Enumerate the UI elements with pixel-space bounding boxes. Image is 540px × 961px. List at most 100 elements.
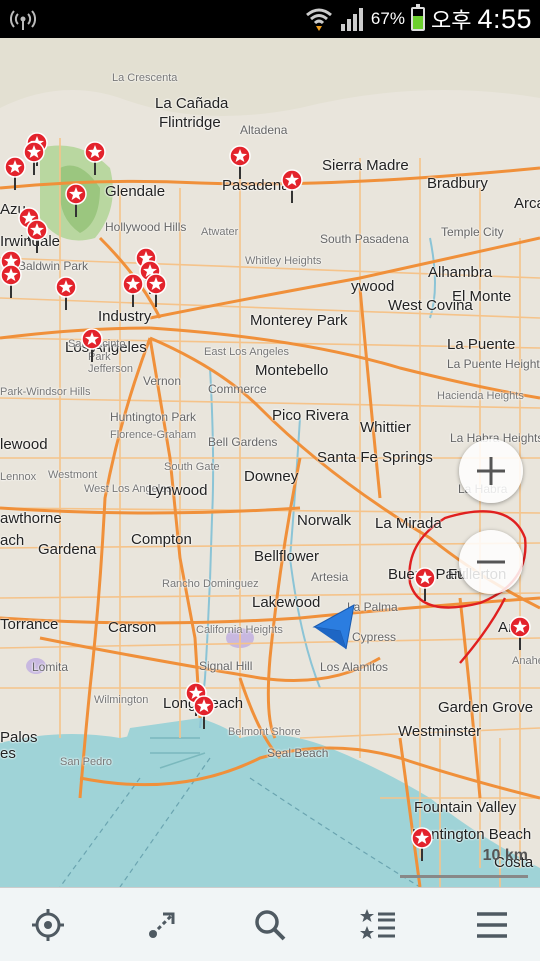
bookmark-pin-icon[interactable]	[4, 156, 26, 190]
place-label: es	[0, 745, 16, 762]
current-location-arrow	[312, 604, 355, 650]
bookmark-pin-icon[interactable]	[411, 827, 433, 861]
plus-icon	[477, 457, 505, 485]
bookmark-pin-icon[interactable]	[414, 567, 436, 601]
place-label: San Pedro	[60, 756, 112, 768]
place-label: Lynwood	[148, 482, 208, 499]
wifi-icon	[305, 8, 332, 31]
starred-list-icon	[360, 909, 395, 939]
search-button[interactable]	[243, 898, 297, 952]
place-label: Lomita	[32, 660, 69, 674]
place-label: Garden Grove	[438, 699, 534, 716]
place-label: West Covina	[388, 297, 473, 314]
mountain-area	[0, 38, 540, 116]
bookmark-pin-icon[interactable]	[65, 183, 87, 217]
place-label: Flintridge	[159, 114, 221, 131]
bottom-toolbar	[0, 887, 540, 961]
place-label: Arcadia	[514, 195, 540, 212]
place-label: Palos	[0, 729, 38, 746]
place-label: lewood	[0, 436, 48, 453]
place-label: Gardena	[38, 541, 97, 558]
place-label: Altadena	[240, 123, 288, 137]
place-label: Park-Windsor Hills	[0, 386, 91, 398]
bookmark-pin-icon[interactable]	[0, 264, 22, 298]
place-label: Bradbury	[427, 175, 488, 192]
bookmark-pin-icon[interactable]	[229, 145, 251, 179]
bookmark-pin-icon[interactable]	[26, 219, 48, 253]
place-label: Jefferson	[88, 363, 134, 375]
search-icon	[255, 910, 286, 941]
battery-percent: 67%	[370, 9, 405, 28]
place-label: ywood	[351, 278, 395, 295]
place-label: La Puente	[447, 336, 516, 353]
place-label: Montebello	[255, 362, 329, 379]
wifi-hotspot-icon	[10, 10, 36, 30]
place-label: Westmont	[48, 469, 98, 481]
signal-icon	[340, 8, 363, 31]
map-view[interactable]: La Crescenta La Cañada Flintridge Altadena S…	[0, 38, 540, 887]
place-label: Anaheim	[512, 655, 540, 667]
place-label: Florence-Graham	[110, 429, 197, 441]
route-button[interactable]	[135, 898, 189, 952]
place-label: Sierra Madre	[322, 157, 409, 174]
battery-icon	[410, 4, 425, 31]
place-label: Temple City	[441, 225, 504, 239]
place-label: Lennox	[0, 471, 37, 483]
place-label: Artesia	[311, 570, 349, 584]
status-bar: 67% 오후 4:55	[0, 0, 540, 38]
place-label: Carson	[108, 619, 157, 636]
place-label: Norwalk	[297, 512, 352, 529]
place-label: Downey	[244, 468, 299, 485]
place-label: East Los Angeles	[204, 346, 290, 358]
place-label: Pico Rivera	[272, 407, 349, 424]
bookmark-pin-icon[interactable]	[145, 273, 167, 307]
zoom-in-button[interactable]	[459, 439, 523, 503]
bookmark-pin-icon[interactable]	[122, 273, 144, 307]
place-label: Huntington Park	[110, 410, 197, 424]
place-label: Baldwin Park	[18, 259, 89, 273]
place-label: South Pasadena	[320, 232, 409, 246]
scale-label: 10 km	[482, 847, 528, 864]
battery-fill	[412, 15, 423, 29]
place-label: Signal Hill	[199, 659, 253, 673]
place-label: La Cañada	[155, 95, 229, 112]
clock-ampm: 오후	[430, 8, 472, 33]
place-label: awthorne	[0, 510, 62, 527]
place-label: Bellflower	[254, 548, 320, 565]
place-label: Fountain Valley	[414, 799, 517, 816]
zoom-out-button[interactable]	[459, 530, 523, 594]
place-label: Pasadena	[222, 177, 290, 194]
place-label: Glendale	[105, 183, 166, 200]
place-label: Westminster	[398, 723, 482, 740]
bookmark-pin-icon[interactable]	[23, 141, 45, 175]
place-label: La Puente Heights	[447, 357, 540, 371]
place-label: South Gate	[164, 461, 220, 473]
place-label: Whittier	[360, 419, 411, 436]
place-label: Alhambra	[428, 264, 493, 281]
bookmarks-button[interactable]	[351, 898, 405, 952]
place-label: ach	[0, 532, 25, 549]
place-label: Rancho Dominguez	[162, 578, 259, 590]
place-label: Whitley Heights	[245, 255, 322, 267]
menu-button[interactable]	[465, 898, 519, 952]
crosshair-icon	[32, 909, 64, 941]
place-label: Torrance	[0, 616, 59, 633]
scale-bar	[400, 875, 528, 878]
bookmark-pin-icon[interactable]	[193, 695, 215, 729]
place-label: Los Alamitos	[320, 660, 389, 674]
locate-button[interactable]	[21, 898, 75, 952]
clock-time: 4:55	[477, 3, 532, 34]
place-label: Belmont Shore	[228, 726, 301, 738]
bookmark-pin-icon[interactable]	[509, 616, 531, 650]
place-label: Monterey Park	[250, 312, 348, 329]
place-label: Bell Gardens	[208, 435, 278, 449]
bookmark-pin-icon[interactable]	[55, 276, 77, 310]
bookmark-pin-icon[interactable]	[81, 328, 103, 362]
place-label: Compton	[131, 531, 192, 548]
bookmark-pin-icon[interactable]	[84, 141, 106, 175]
place-label: Atwater	[201, 226, 239, 238]
minus-icon	[477, 560, 505, 564]
place-label: Santa Fe Springs	[317, 449, 433, 466]
place-label: La Crescenta	[112, 72, 178, 84]
bookmark-pin-icon[interactable]	[281, 169, 303, 203]
